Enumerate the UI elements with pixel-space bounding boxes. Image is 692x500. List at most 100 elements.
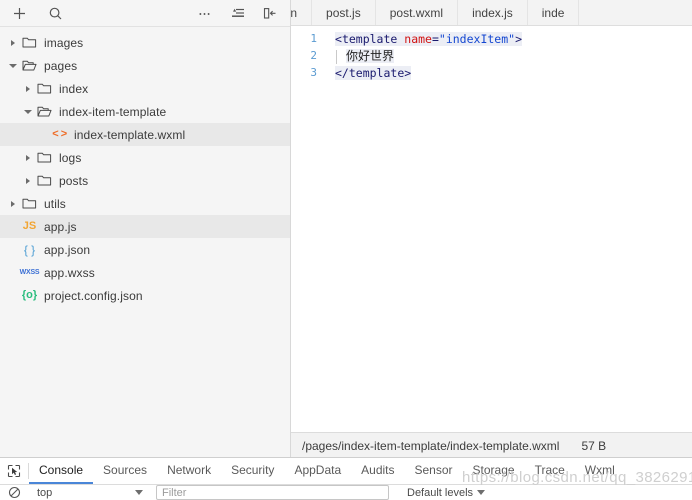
devtools-tab-appdata[interactable]: AppData bbox=[284, 458, 351, 484]
code-token: template bbox=[341, 31, 398, 46]
tree-twisty-expanded-icon[interactable] bbox=[6, 63, 19, 68]
devtools-tab-label: Storage bbox=[472, 463, 515, 478]
code-token: > bbox=[404, 65, 412, 80]
code-line-text[interactable]: 你好世界 bbox=[325, 47, 395, 64]
code-token: template bbox=[348, 65, 405, 80]
status-file-size: 57 B bbox=[581, 438, 607, 453]
line-number: 2 bbox=[310, 49, 317, 62]
editor-tab-inde[interactable]: inde bbox=[527, 0, 580, 25]
editor-tab-index-js[interactable]: index.js bbox=[458, 0, 528, 25]
ide-window: images pages index index-item-template < > in… bbox=[0, 0, 692, 500]
folder-icon bbox=[34, 173, 55, 189]
devtools-tab-audits[interactable]: Audits bbox=[351, 458, 404, 484]
folder-open-icon bbox=[34, 104, 55, 120]
editor-tab-bar: p.json post.js post.wxml index.js inde bbox=[291, 0, 692, 26]
devtools-tab-label: Trace bbox=[534, 463, 565, 478]
tree-item-label: index-item-template bbox=[59, 104, 167, 119]
tree-item-label: index-template.wxml bbox=[74, 127, 186, 142]
tree-item-app-json[interactable]: { } app.json bbox=[0, 238, 290, 261]
tree-item-posts[interactable]: posts bbox=[0, 169, 290, 192]
console-filter-bar: top Filter Default levels bbox=[0, 485, 692, 500]
tree-twisty-collapsed-icon[interactable] bbox=[21, 177, 34, 184]
file-explorer-sidebar: images pages index index-item-template < > in… bbox=[0, 0, 291, 458]
devtools-tab-sources[interactable]: Sources bbox=[93, 458, 157, 484]
tree-item-label: utils bbox=[44, 196, 66, 211]
line-number: 1 bbox=[310, 32, 317, 45]
tree-twisty-collapsed-icon[interactable] bbox=[21, 154, 34, 161]
tree-item-index-template-wxml[interactable]: < > index-template.wxml bbox=[0, 123, 290, 146]
code-highlight: </template> bbox=[335, 65, 412, 80]
code-token: name bbox=[404, 31, 432, 46]
clear-console-icon[interactable] bbox=[0, 486, 28, 499]
folder-icon bbox=[19, 35, 40, 51]
tree-item-utils[interactable]: utils bbox=[0, 192, 290, 215]
add-file-icon[interactable] bbox=[5, 1, 33, 25]
editor-tab-label: post.wxml bbox=[389, 5, 444, 20]
code-token: 你好世界 bbox=[346, 49, 395, 63]
code-highlight: <template name="indexItem"> bbox=[335, 31, 523, 46]
code-line-text[interactable]: <template name="indexItem"> bbox=[325, 31, 523, 46]
editor-status-bar: /pages/index-item-template/index-templat… bbox=[291, 432, 692, 458]
wxss-file-icon: WXSS bbox=[19, 269, 40, 276]
tree-item-app-js[interactable]: JS app.js bbox=[0, 215, 290, 238]
tree-item-label: project.config.json bbox=[44, 288, 143, 303]
status-file-path: /pages/index-item-template/index-templat… bbox=[302, 438, 560, 453]
editor-tab-p-json[interactable]: p.json bbox=[291, 0, 313, 25]
editor-tab-post-js[interactable]: post.js bbox=[312, 0, 376, 25]
devtools-tab-network[interactable]: Network bbox=[157, 458, 221, 484]
tree-item-label: index bbox=[59, 81, 89, 96]
code-token: </ bbox=[335, 65, 349, 80]
tree-item-label: app.wxss bbox=[44, 265, 95, 280]
code-line: 3 </template> bbox=[291, 64, 692, 81]
tree-twisty-collapsed-icon[interactable] bbox=[6, 39, 19, 46]
tree-twisty-collapsed-icon[interactable] bbox=[21, 85, 34, 92]
code-highlight: 你好世界 bbox=[346, 49, 395, 63]
code-token: "indexItem" bbox=[438, 31, 516, 46]
tree-item-app-wxss[interactable]: WXSS app.wxss bbox=[0, 261, 290, 284]
more-options-icon[interactable] bbox=[190, 1, 218, 25]
tree-item-label: posts bbox=[59, 173, 89, 188]
code-content[interactable]: 1 <template name="indexItem"> 2 你好世界 3 </temp… bbox=[291, 26, 692, 432]
json-file-icon: { } bbox=[23, 242, 36, 257]
tree-item-images[interactable]: images bbox=[0, 31, 290, 54]
code-editor-pane: p.jsonpost.jspost.wxmlindex.jsinde 1<tem… bbox=[291, 0, 692, 458]
tree-item-index-item-template[interactable]: index-item-template bbox=[0, 100, 290, 123]
folder-open-icon bbox=[19, 58, 40, 74]
console-context-select[interactable]: top bbox=[29, 487, 149, 499]
collapse-panel-icon[interactable] bbox=[256, 1, 284, 25]
search-icon[interactable] bbox=[41, 1, 69, 25]
sort-list-icon[interactable] bbox=[224, 1, 252, 25]
editor-tab-post-wxml[interactable]: post.wxml bbox=[375, 0, 459, 25]
tree-twisty-collapsed-icon[interactable] bbox=[6, 200, 19, 207]
indent-guide bbox=[336, 49, 337, 64]
devtools-tab-label: Security bbox=[231, 463, 275, 478]
cursor-select-icon[interactable] bbox=[0, 458, 28, 484]
devtools-tab-trace[interactable]: Trace bbox=[525, 458, 575, 484]
devtools-tab-wxml[interactable]: Wxml bbox=[575, 458, 625, 484]
devtools-panel: Console Sources Network Security AppData Audi… bbox=[0, 457, 692, 500]
folder-icon bbox=[34, 150, 55, 166]
devtools-tab-storage[interactable]: Storage bbox=[463, 458, 525, 484]
workspace-area: images pages index index-item-template < > in… bbox=[0, 0, 692, 458]
code-token: = bbox=[431, 31, 439, 46]
code-token: > bbox=[515, 31, 523, 46]
devtools-tab-bar: Console Sources Network Security AppData Audi… bbox=[0, 458, 692, 486]
console-filter-input[interactable]: Filter bbox=[156, 485, 389, 500]
console-levels-select[interactable]: Default levels bbox=[407, 487, 486, 499]
devtools-tab-console[interactable]: Console bbox=[29, 458, 94, 485]
code-line-text[interactable]: </template> bbox=[325, 65, 412, 80]
devtools-tab-label: AppData bbox=[294, 463, 342, 478]
tree-item-index[interactable]: index bbox=[0, 77, 290, 100]
devtools-tab-label: Sensor bbox=[414, 463, 453, 478]
editor-tab-label: p.json bbox=[291, 5, 298, 20]
code-token: < bbox=[335, 31, 342, 46]
tree-item-project-config-json[interactable]: {o} project.config.json bbox=[0, 284, 290, 307]
tree-item-pages[interactable]: pages bbox=[0, 54, 290, 77]
tree-item-label: logs bbox=[59, 150, 82, 165]
devtools-tab-security[interactable]: Security bbox=[221, 458, 284, 484]
tree-twisty-expanded-icon[interactable] bbox=[21, 109, 34, 114]
config-file-icon: {o} bbox=[21, 289, 38, 301]
devtools-tab-sensor[interactable]: Sensor bbox=[405, 458, 463, 484]
tree-item-logs[interactable]: logs bbox=[0, 146, 290, 169]
console-context-value: top bbox=[37, 486, 53, 499]
